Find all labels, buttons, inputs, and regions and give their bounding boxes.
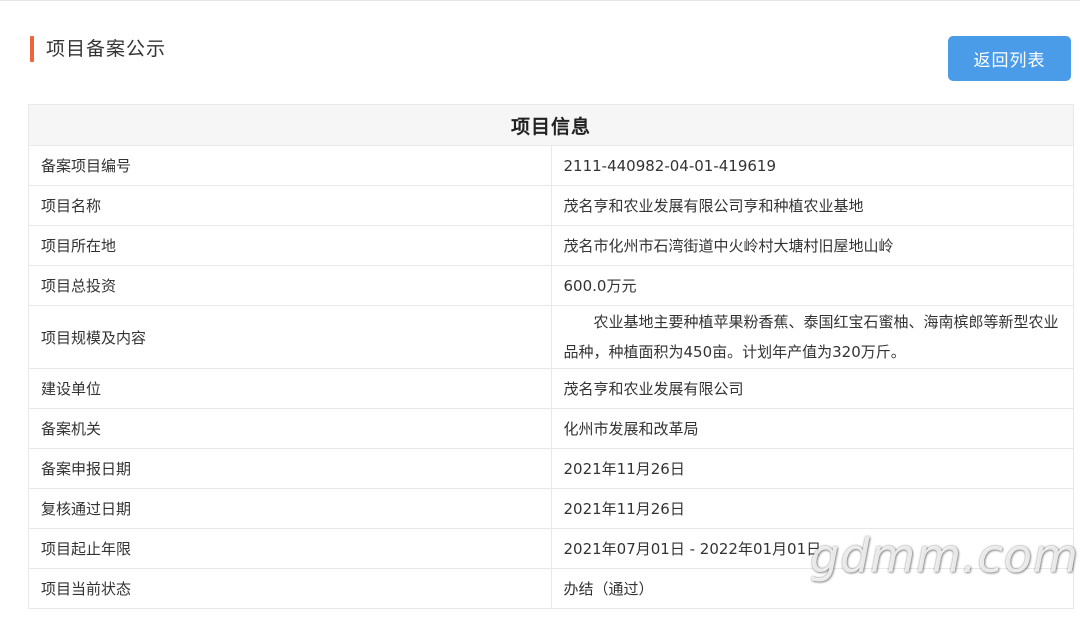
table-row: 备案项目编号 2111-440982-04-01-419619 (28, 145, 1074, 186)
project-period-label: 项目起止年限 (28, 528, 552, 569)
project-name-label: 项目名称 (28, 185, 552, 226)
filing-authority-value: 化州市发展和改革局 (550, 408, 1074, 449)
table-row: 备案申报日期 2021年11月26日 (28, 448, 1074, 489)
project-scope-value: 农业基地主要种植苹果粉香蕉、泰国红宝石蜜柚、海南槟郎等新型农业品种，种植面积为4… (550, 305, 1074, 369)
header-accent-bar (30, 36, 34, 62)
construction-unit-value: 茂名亨和农业发展有限公司 (550, 368, 1074, 409)
table-row: 复核通过日期 2021年11月26日 (28, 488, 1074, 529)
filing-authority-label: 备案机关 (28, 408, 552, 449)
table-row: 项目所在地 茂名市化州市石湾街道中火岭村大塘村旧屋地山岭 (28, 225, 1074, 266)
project-location-label: 项目所在地 (28, 225, 552, 266)
filing-date-label: 备案申报日期 (28, 448, 552, 489)
back-to-list-button[interactable]: 返回列表 (948, 36, 1071, 81)
page-header: 项目备案公示 (30, 36, 166, 62)
project-status-label: 项目当前状态 (28, 568, 552, 609)
review-date-label: 复核通过日期 (28, 488, 552, 529)
filing-number-label: 备案项目编号 (28, 145, 552, 186)
table-row: 建设单位 茂名亨和农业发展有限公司 (28, 368, 1074, 409)
project-filing-page: 项目备案公示 返回列表 项目信息 备案项目编号 2111-440982-04-0… (0, 0, 1080, 621)
total-investment-value: 600.0万元 (550, 265, 1074, 306)
table-row: 项目总投资 600.0万元 (28, 265, 1074, 306)
construction-unit-label: 建设单位 (28, 368, 552, 409)
review-date-value: 2021年11月26日 (550, 488, 1074, 529)
table-title: 项目信息 (28, 104, 1074, 146)
project-period-value: 2021年07月01日 - 2022年01月01日 (550, 528, 1074, 569)
table-row: 项目规模及内容 农业基地主要种植苹果粉香蕉、泰国红宝石蜜柚、海南槟郎等新型农业品… (28, 305, 1074, 369)
total-investment-label: 项目总投资 (28, 265, 552, 306)
table-row: 备案机关 化州市发展和改革局 (28, 408, 1074, 449)
table-row: 项目名称 茂名亨和农业发展有限公司亨和种植农业基地 (28, 185, 1074, 226)
filing-date-value: 2021年11月26日 (550, 448, 1074, 489)
project-location-value: 茂名市化州市石湾街道中火岭村大塘村旧屋地山岭 (550, 225, 1074, 266)
table-row: 项目当前状态 办结（通过） (28, 568, 1074, 609)
project-name-value: 茂名亨和农业发展有限公司亨和种植农业基地 (550, 185, 1074, 226)
project-info-table: 项目信息 备案项目编号 2111-440982-04-01-419619 项目名… (28, 104, 1074, 609)
project-status-value: 办结（通过） (550, 568, 1074, 609)
project-scope-label: 项目规模及内容 (28, 305, 552, 369)
table-row: 项目起止年限 2021年07月01日 - 2022年01月01日 (28, 528, 1074, 569)
page-title: 项目备案公示 (46, 38, 167, 60)
filing-number-value: 2111-440982-04-01-419619 (550, 145, 1074, 186)
